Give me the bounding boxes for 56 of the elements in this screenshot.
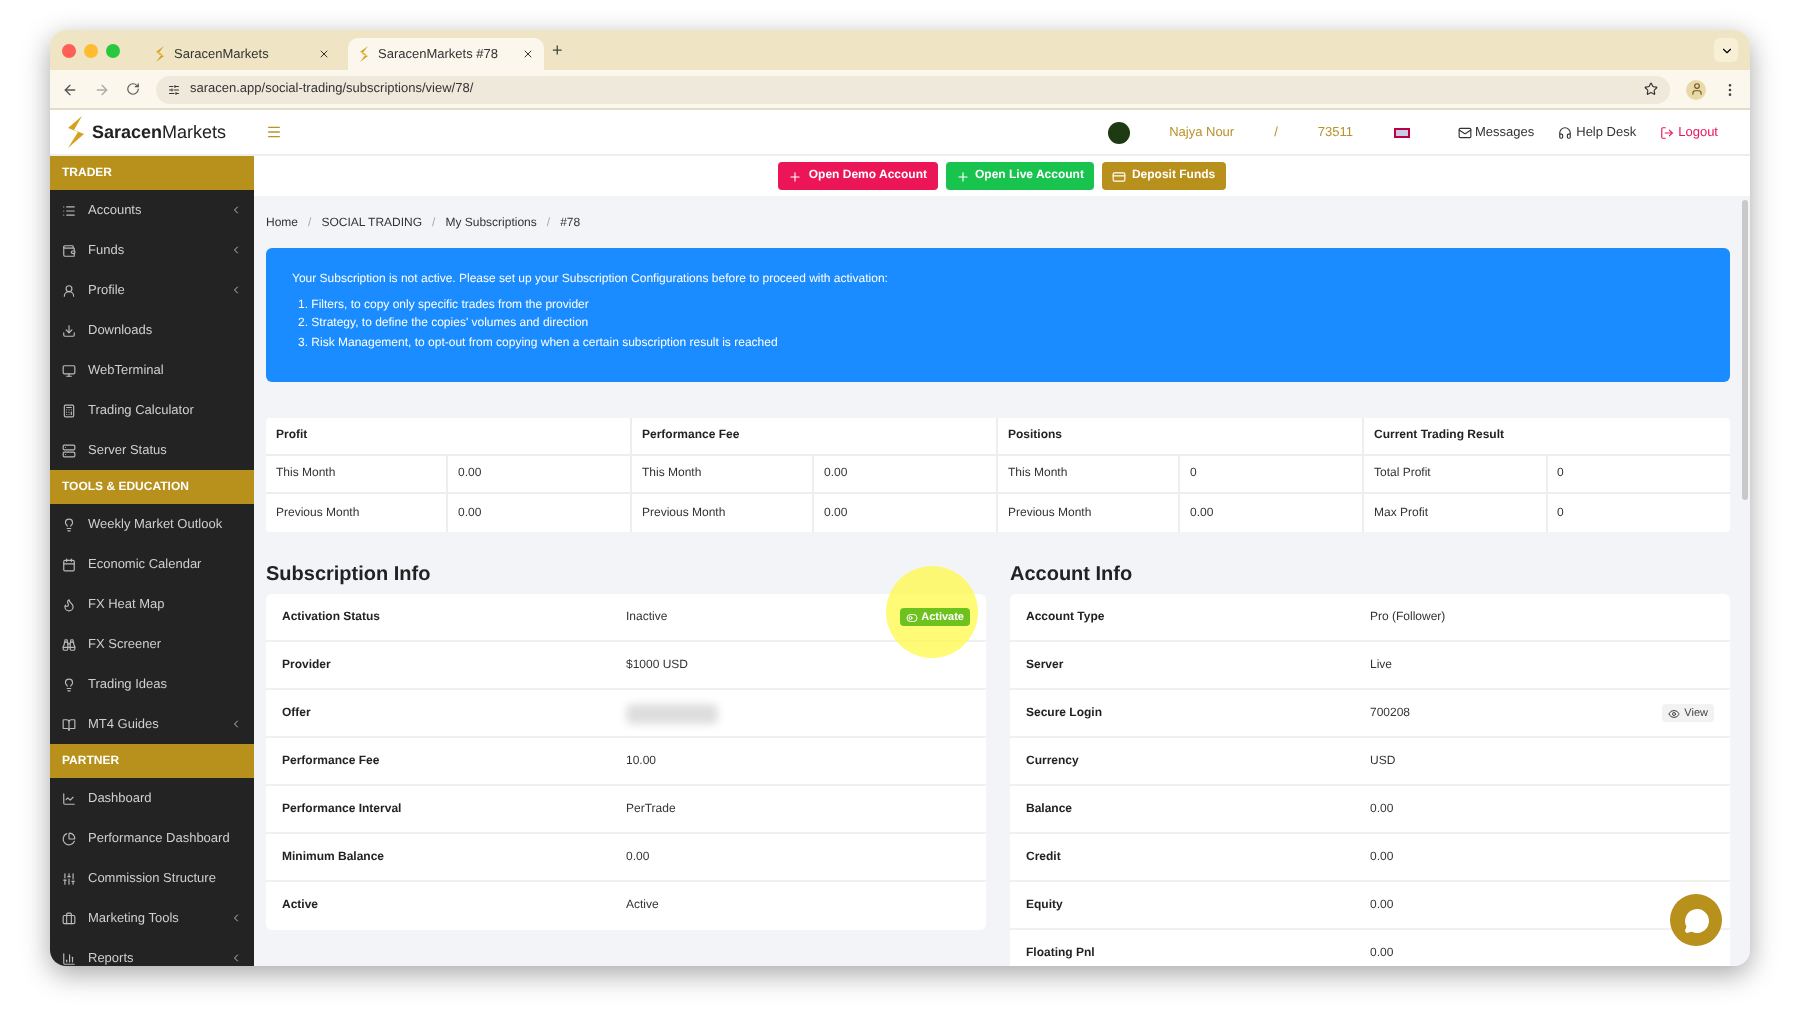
zoom-dot-icon[interactable] [106,43,120,57]
monitor-icon [62,363,76,377]
briefcase-icon [62,911,76,925]
card-icon [1111,169,1126,183]
avatar-icon[interactable] [1107,121,1130,143]
server-icon [62,443,76,457]
logout-icon [1660,125,1675,139]
logo-icon [66,116,86,148]
brand-name: SaracenMarkets [92,122,227,142]
back-icon[interactable] [62,81,78,97]
flame-icon [62,597,76,611]
section-title: Account Info [1010,564,1135,586]
reload-icon[interactable] [126,82,140,96]
pie-chart-icon [62,831,76,845]
plus-icon [788,169,803,183]
list-icon [62,203,76,217]
close-dot-icon[interactable] [62,43,76,57]
site-settings-icon[interactable] [168,83,180,95]
chevron-icon [230,718,242,730]
calendar-icon [62,557,76,571]
chevron-icon [230,284,242,296]
bookmark-star-icon[interactable] [1644,82,1658,96]
blurred-value [626,703,718,723]
envelope-icon [1457,125,1471,139]
scrollbar[interactable] [1742,200,1748,500]
chevron-icon [230,244,242,256]
download-icon [62,323,76,337]
line-chart-icon [62,791,76,805]
tab-menu-button[interactable] [1714,38,1738,62]
flag-icon[interactable] [1393,127,1409,137]
user-icon [62,283,76,297]
binoculars-icon [62,637,76,651]
section-title: Subscription Info [266,564,433,586]
minimize-dot-icon[interactable] [84,43,98,57]
headset-icon [1558,125,1573,139]
lightbulb-icon [62,677,76,691]
calculator-icon [62,403,76,417]
logo-icon [358,46,370,62]
lightbulb-icon [62,517,76,531]
toggle-icon [905,611,918,623]
chevron-down-icon [1719,43,1733,57]
close-icon[interactable] [318,48,330,60]
new-tab-button[interactable]: + [552,40,563,60]
chat-bubble-icon [1683,907,1709,933]
chevron-icon [230,204,242,216]
wallet-icon [62,243,76,257]
chevron-icon [230,952,242,964]
sliders-icon [62,871,76,885]
eye-icon [1668,707,1681,719]
plus-icon [955,169,969,183]
chevron-icon [230,912,242,924]
profile-icon[interactable] [1686,79,1706,99]
close-icon[interactable] [522,48,534,60]
bar-chart-icon [62,951,76,965]
book-icon [62,717,76,731]
logo-icon [154,46,166,62]
